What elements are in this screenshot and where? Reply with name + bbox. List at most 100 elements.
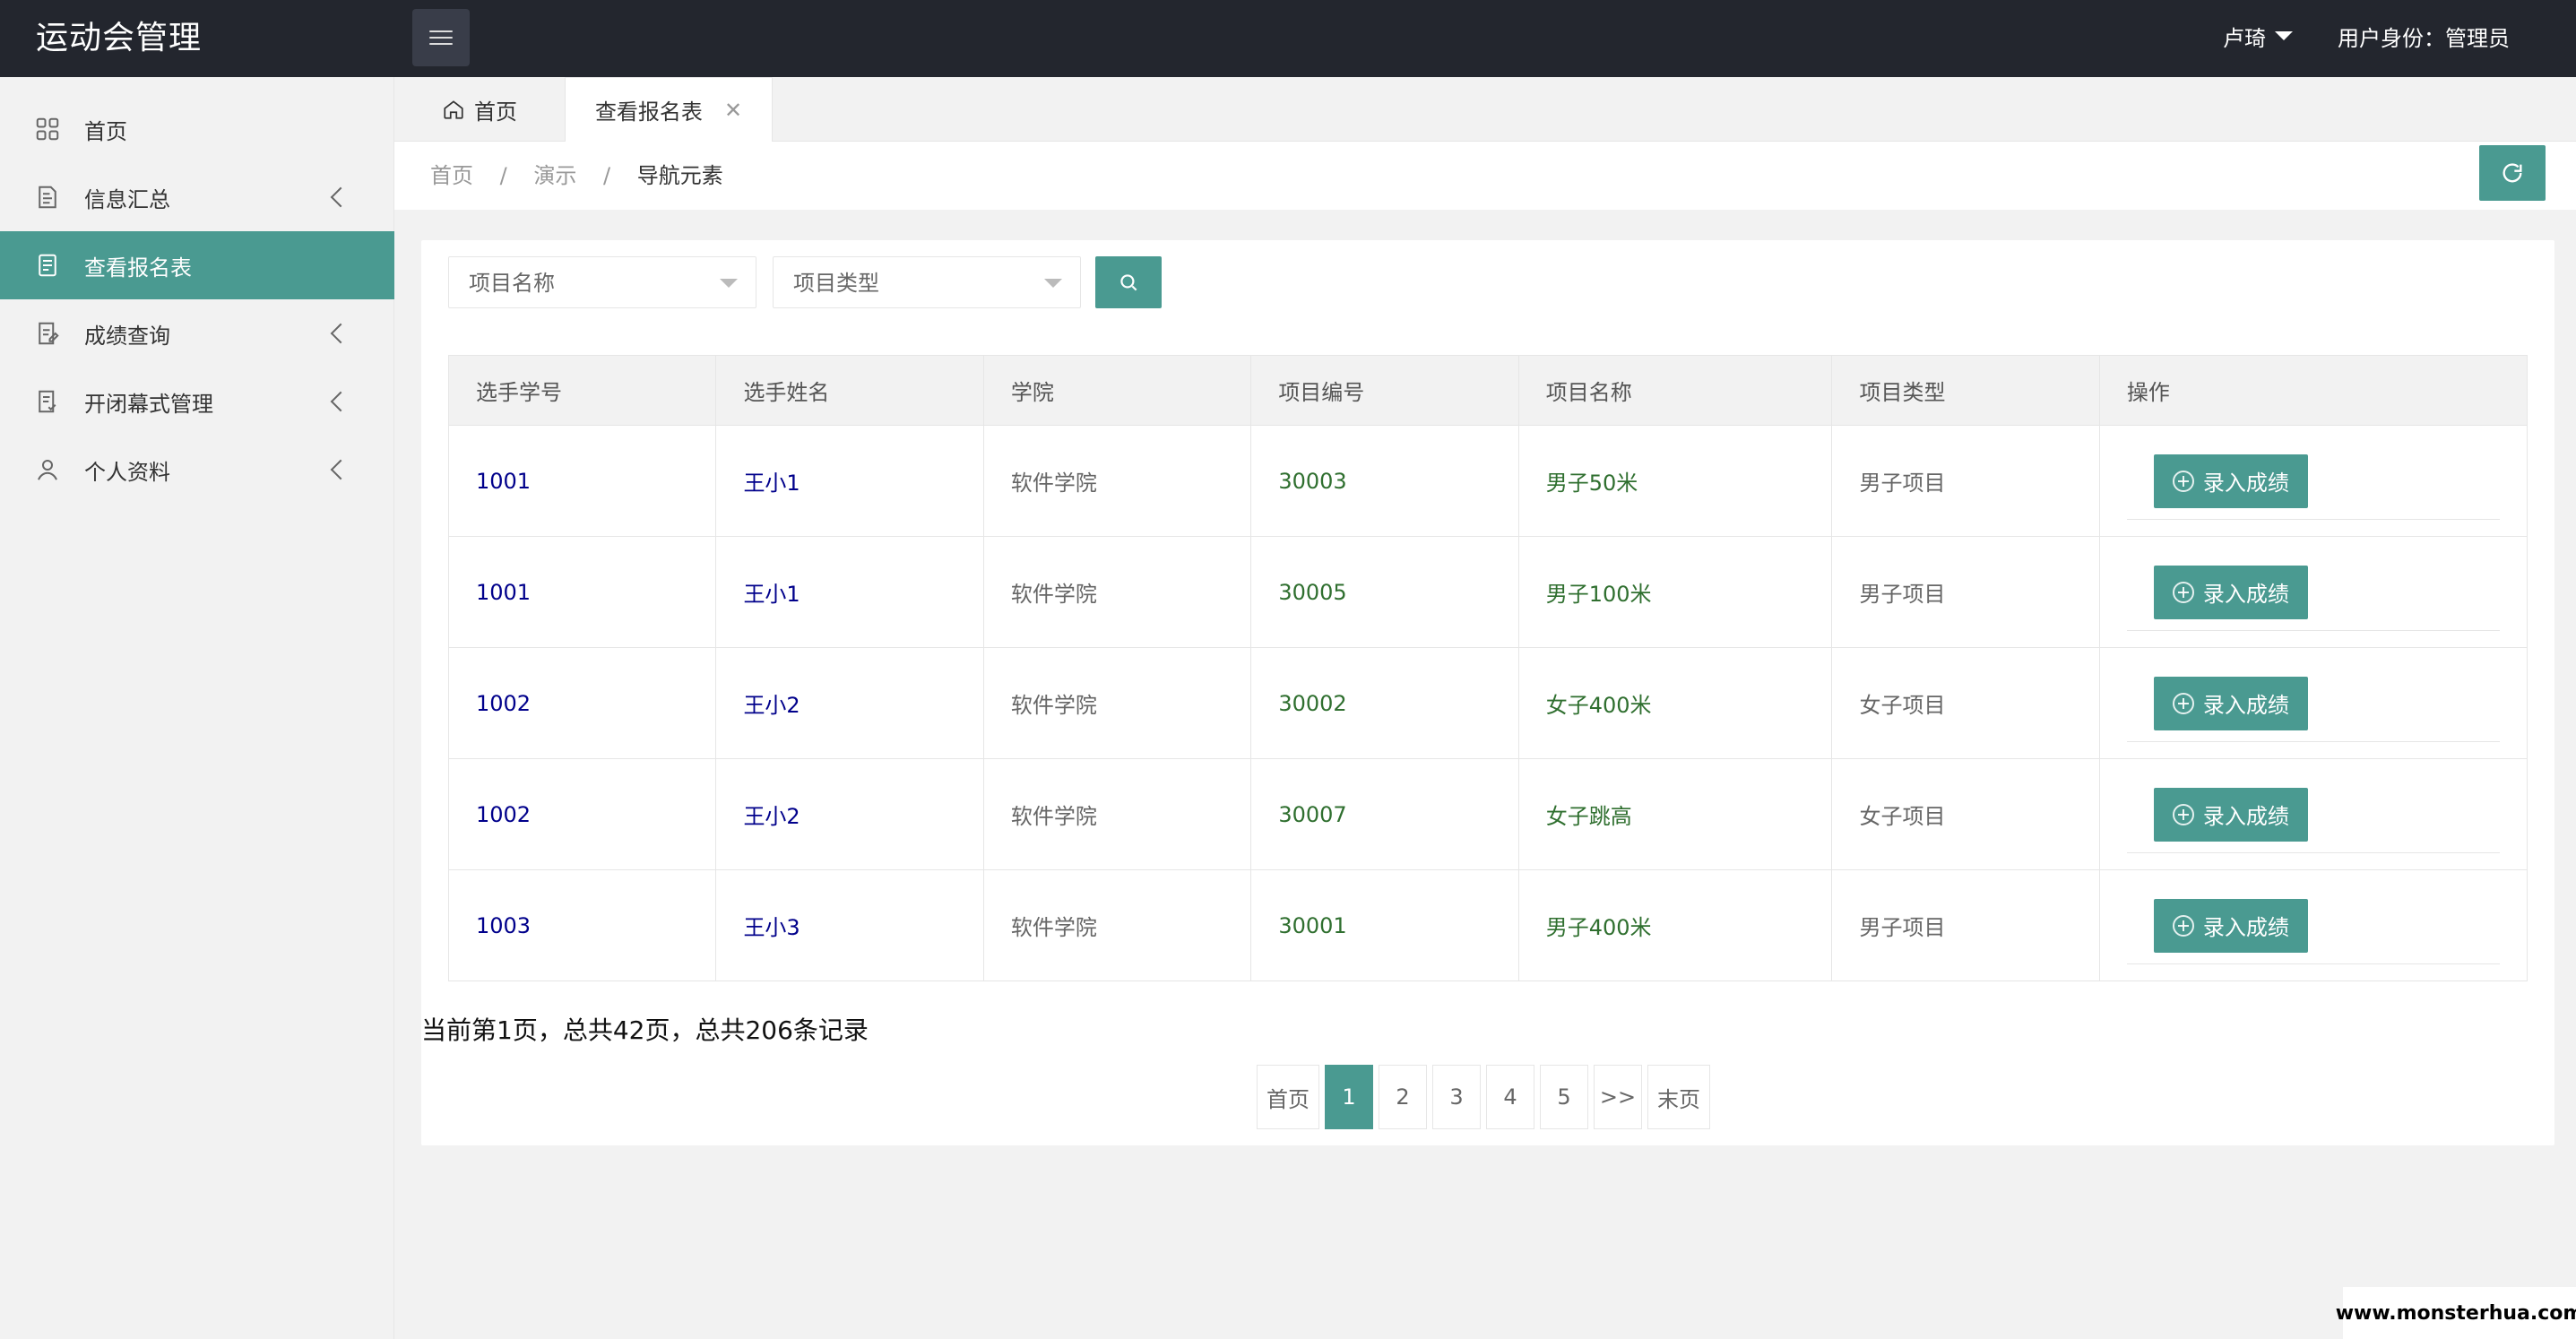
- cell-name: 王小2: [715, 647, 984, 759]
- cell-project-id: 30005: [1250, 536, 1519, 648]
- record-score-button[interactable]: 录入成绩: [2153, 787, 2308, 842]
- user-icon: [38, 460, 57, 480]
- record-score-button[interactable]: 录入成绩: [2153, 676, 2308, 730]
- divider: [2126, 741, 2500, 742]
- breadcrumb-item[interactable]: 首页: [430, 163, 473, 188]
- tab-label: 查看报名表: [594, 99, 703, 125]
- cell-student-id: 1001: [447, 425, 717, 537]
- cell-project-type: 男子项目: [1831, 869, 2100, 981]
- table-header-row: 选手学号 选手姓名 学院 项目编号 项目名称 项目类型 操作: [447, 355, 2528, 426]
- cell-college: 软件学院: [982, 647, 1252, 759]
- cell-student-id: 1002: [447, 647, 717, 759]
- page-last-button[interactable]: 末页: [1647, 1065, 1710, 1129]
- search-button[interactable]: [1095, 256, 1162, 308]
- tab-label: 首页: [474, 99, 517, 125]
- col-header: 选手学号: [447, 355, 717, 426]
- button-label: 录入成绩: [2202, 915, 2289, 940]
- tab-home[interactable]: 首页: [394, 77, 565, 142]
- button-label: 录入成绩: [2202, 471, 2289, 496]
- cell-name: 王小3: [715, 869, 984, 981]
- caret-down-icon: [2275, 31, 2293, 40]
- cell-project-type: 女子项目: [1831, 758, 2100, 870]
- record-score-button[interactable]: 录入成绩: [2153, 454, 2308, 508]
- page-button-2[interactable]: 2: [1379, 1065, 1427, 1129]
- pagination-summary: 当前第1页，总共42页，总共206条记录: [421, 1015, 869, 1045]
- sidebar-item-label: 查看报名表: [84, 255, 192, 281]
- col-header: 选手姓名: [715, 355, 984, 426]
- page-button-1[interactable]: 1: [1325, 1065, 1373, 1129]
- sidebar: 首页 信息汇总 查看报名表 成绩查询 开闭幕式管理 个人资料: [0, 77, 394, 1339]
- cell-student-id: 1002: [447, 758, 717, 870]
- sidebar-item-ceremony-management[interactable]: 开闭幕式管理: [0, 367, 394, 436]
- cell-project-id: 30007: [1250, 758, 1519, 870]
- sidebar-item-view-registration[interactable]: 查看报名表: [0, 231, 394, 299]
- form-icon: [39, 254, 56, 277]
- cell-project-name: 男子100米: [1517, 536, 1833, 648]
- cell-student-id: 1001: [447, 536, 717, 648]
- divider: [2126, 519, 2500, 520]
- cell-project-type: 男子项目: [1831, 425, 2100, 537]
- document-icon: [39, 186, 56, 209]
- cell-actions: 录入成绩: [2098, 869, 2528, 981]
- menu-icon: [429, 29, 453, 47]
- button-label: 录入成绩: [2202, 693, 2289, 718]
- edit-doc-icon: [39, 322, 59, 345]
- select-placeholder: 项目名称: [469, 271, 555, 296]
- page-button-5[interactable]: 5: [1540, 1065, 1588, 1129]
- cell-student-id: 1003: [447, 869, 717, 981]
- record-score-button[interactable]: 录入成绩: [2153, 898, 2308, 953]
- cell-project-name: 女子400米: [1517, 647, 1833, 759]
- sidebar-item-score-query[interactable]: 成绩查询: [0, 299, 394, 367]
- breadcrumb-item[interactable]: 演示: [533, 163, 576, 188]
- sidebar-item-label: 开闭幕式管理: [84, 391, 213, 417]
- record-score-button[interactable]: 录入成绩: [2153, 565, 2308, 619]
- sidebar-item-label: 首页: [84, 118, 127, 144]
- project-type-select[interactable]: 项目类型: [773, 256, 1081, 308]
- cell-actions: 录入成绩: [2098, 758, 2528, 870]
- app-title: 运动会管理: [36, 20, 203, 56]
- page-first-button[interactable]: 首页: [1257, 1065, 1319, 1129]
- sidebar-item-info-summary[interactable]: 信息汇总: [0, 163, 394, 231]
- divider: [2126, 852, 2500, 853]
- cell-project-type: 男子项目: [1831, 536, 2100, 648]
- breadcrumb-separator: /: [603, 163, 611, 188]
- breadcrumb-separator: /: [499, 163, 507, 188]
- refresh-button[interactable]: [2479, 145, 2546, 201]
- page-next-button[interactable]: >>: [1594, 1065, 1642, 1129]
- watermark: www.monsterhua.com: [2336, 1287, 2576, 1339]
- user-name: 卢琦: [2223, 26, 2266, 51]
- sidebar-item-label: 成绩查询: [84, 323, 170, 349]
- sidebar-item-home[interactable]: 首页: [0, 95, 394, 163]
- chevron-left-icon: [330, 323, 351, 344]
- check-doc-icon: [39, 390, 56, 413]
- table-row: 1002 王小2 软件学院 30002 女子400米 女子项目 录入成绩: [447, 647, 2528, 759]
- cell-college: 软件学院: [982, 425, 1252, 537]
- project-name-select[interactable]: 项目名称: [448, 256, 756, 308]
- page-button-3[interactable]: 3: [1432, 1065, 1481, 1129]
- plus-circle-icon: [2172, 803, 2194, 825]
- col-header: 项目类型: [1831, 355, 2100, 426]
- cell-project-name: 男子400米: [1517, 869, 1833, 981]
- menu-toggle-button[interactable]: [412, 9, 470, 66]
- tab-view-registration[interactable]: 查看报名表 ✕: [565, 77, 773, 142]
- chevron-left-icon: [330, 459, 351, 480]
- user-menu[interactable]: 卢琦: [2223, 0, 2293, 77]
- sidebar-item-label: 信息汇总: [84, 186, 170, 212]
- cell-project-id: 30001: [1250, 869, 1519, 981]
- breadcrumb: 首页 / 演示 / 导航元素: [394, 142, 2576, 210]
- cell-actions: 录入成绩: [2098, 647, 2528, 759]
- close-icon[interactable]: ✕: [724, 98, 742, 123]
- col-header: 学院: [982, 355, 1252, 426]
- cell-college: 软件学院: [982, 758, 1252, 870]
- chevron-down-icon: [1044, 279, 1062, 288]
- tab-bar: 首页 查看报名表 ✕: [394, 77, 2576, 142]
- breadcrumb-current: 导航元素: [636, 163, 723, 188]
- cell-project-name: 男子50米: [1517, 425, 1833, 537]
- col-header: 项目名称: [1517, 355, 1833, 426]
- cell-name: 王小2: [715, 758, 984, 870]
- search-icon: [1120, 274, 1137, 291]
- table-row: 1002 王小2 软件学院 30007 女子跳高 女子项目 录入成绩: [447, 758, 2528, 870]
- page-button-4[interactable]: 4: [1486, 1065, 1534, 1129]
- sidebar-item-profile[interactable]: 个人资料: [0, 436, 394, 504]
- table-row: 1003 王小3 软件学院 30001 男子400米 男子项目 录入成绩: [447, 869, 2528, 981]
